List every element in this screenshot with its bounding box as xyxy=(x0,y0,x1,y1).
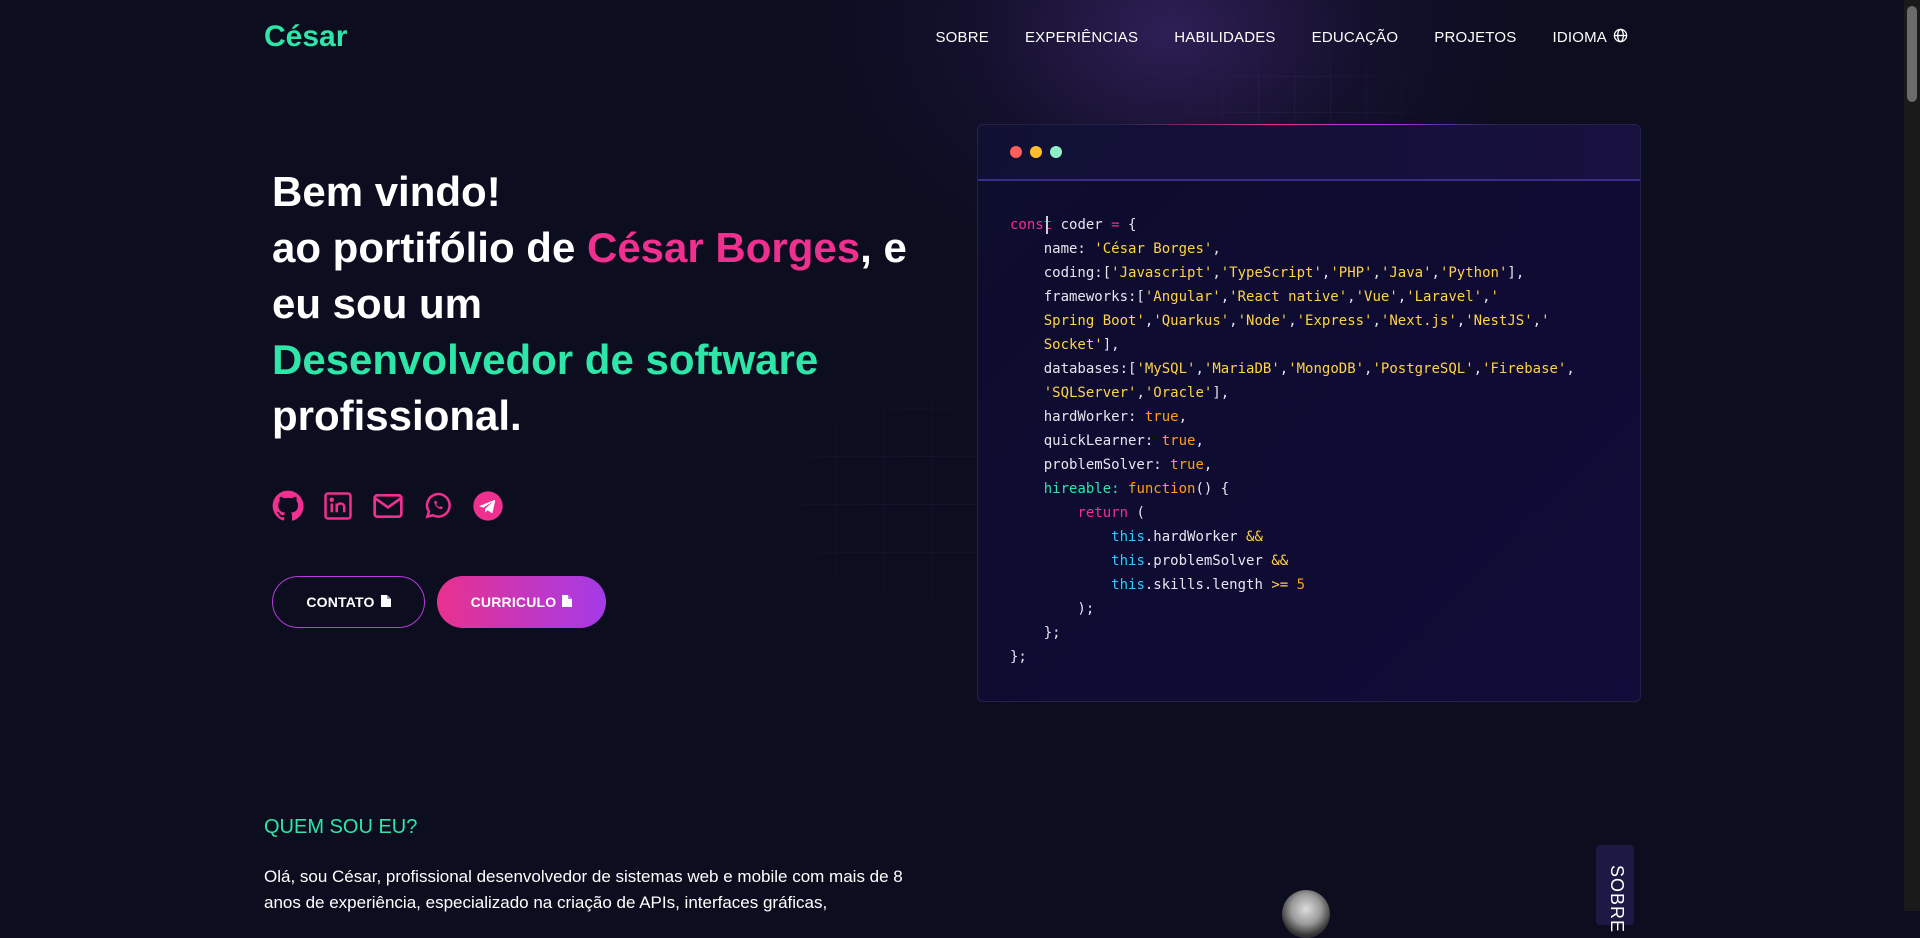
nav-idioma[interactable]: IDIOMA xyxy=(1552,28,1628,47)
nav-habilidades[interactable]: HABILIDADES xyxy=(1174,28,1275,47)
about-text: Olá, sou César, profissional desenvolved… xyxy=(264,867,903,912)
hero-role: Desenvolvedor de software xyxy=(272,336,819,383)
hero-intro: ao portifólio de xyxy=(272,224,587,271)
scrollbar-thumb[interactable] xyxy=(1907,6,1917,102)
hero-title: Bem vindo! ao portifólio de César Borges… xyxy=(272,164,932,444)
file-icon xyxy=(562,594,573,610)
contato-button-label: CONTATO xyxy=(306,594,375,610)
file-icon xyxy=(380,594,391,610)
hero-role-end: profissional. xyxy=(272,392,522,439)
window-dot-orange xyxy=(1030,146,1042,158)
github-icon[interactable] xyxy=(272,490,304,522)
contato-button[interactable]: CONTATO xyxy=(272,576,425,628)
social-links xyxy=(272,490,504,522)
hero-greeting: Bem vindo! xyxy=(272,168,501,215)
telegram-icon[interactable] xyxy=(472,490,504,522)
avatar xyxy=(1282,890,1330,938)
logo[interactable]: César xyxy=(264,20,347,54)
about-title: QUEM SOU EU? xyxy=(264,816,418,838)
curriculo-button[interactable]: CURRICULO xyxy=(437,576,606,628)
code-card: const coder = { name: 'César Borges', co… xyxy=(977,124,1641,702)
scrollbar[interactable] xyxy=(1904,0,1920,911)
email-icon[interactable] xyxy=(372,490,404,522)
nav-experiencias[interactable]: EXPERIÊNCIAS xyxy=(1025,28,1138,47)
linkedin-icon[interactable] xyxy=(322,490,354,522)
nav-sobre[interactable]: SOBRE xyxy=(935,28,989,47)
side-tab-sobre[interactable]: SOBRE xyxy=(1596,845,1634,933)
text-cursor xyxy=(1046,216,1048,234)
hero-name: César Borges xyxy=(586,224,861,271)
curriculo-button-label: CURRICULO xyxy=(470,594,557,610)
side-tab-label: SOBRE xyxy=(1607,865,1627,934)
code-card-titlebar xyxy=(978,124,1640,181)
window-dot-green xyxy=(1050,146,1062,158)
code-snippet: const coder = { name: 'César Borges', co… xyxy=(1010,217,1575,665)
nav-idioma-label: IDIOMA xyxy=(1552,29,1607,46)
nav-projetos[interactable]: PROJETOS xyxy=(1434,28,1516,47)
main-nav: SOBRE EXPERIÊNCIAS HABILIDADES EDUCAÇÃO … xyxy=(935,28,1628,47)
globe-icon xyxy=(1613,28,1628,47)
nav-educacao[interactable]: EDUCAÇÃO xyxy=(1312,28,1399,47)
window-dot-red xyxy=(1010,146,1022,158)
whatsapp-icon[interactable] xyxy=(422,490,454,522)
titlebar-accent-line xyxy=(1118,124,1500,125)
